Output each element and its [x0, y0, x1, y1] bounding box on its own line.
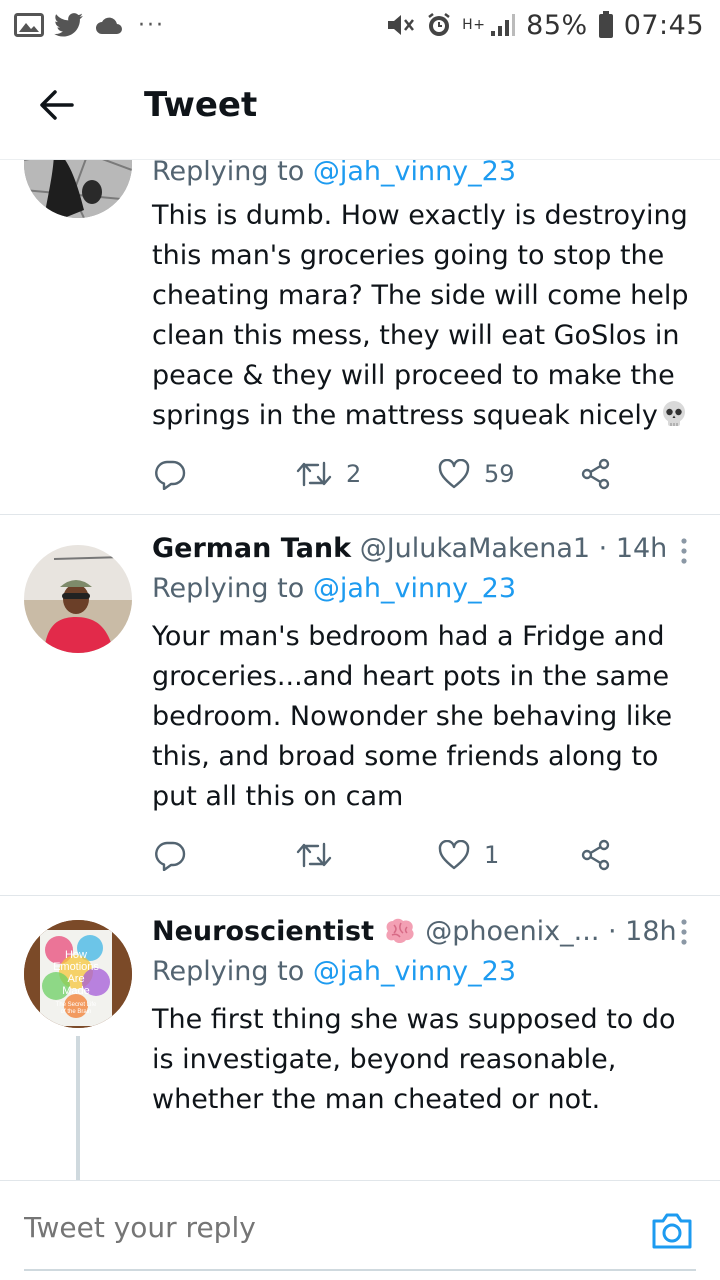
mute-icon [388, 15, 415, 35]
reply-icon [155, 460, 186, 490]
tweet-actions: 2 59 [152, 452, 622, 496]
tweet-text: The first thing she was supposed to do i… [152, 1004, 676, 1115]
page-title: Tweet [144, 84, 258, 125]
replying-to: Replying to @jah_vinny_23 [152, 571, 516, 607]
tweet-reply-2[interactable]: German Tank @JulukaMakena1 · 14h Replyin… [0, 515, 720, 895]
replying-prefix: Replying to [152, 956, 313, 987]
share-icon [581, 458, 610, 490]
top-app-bar: Tweet [0, 50, 720, 160]
replying-handle-link[interactable]: @jah_vinny_23 [313, 160, 516, 187]
tweet-actions: 1 [152, 833, 622, 877]
retweet-button[interactable]: 2 [296, 452, 361, 496]
tweet-header: Neuroscientist @phoenix_... · 18h [152, 914, 677, 950]
retweet-count: 2 [346, 460, 362, 488]
book-title-line3: Are [67, 973, 84, 985]
status-left: ··· [14, 13, 165, 38]
more-options-icon[interactable] [678, 918, 690, 946]
gallery-icon [14, 13, 44, 37]
thread-connector-line [76, 1036, 80, 1180]
replying-prefix: Replying to [152, 160, 313, 187]
status-bar: ··· H+ 85% 07:45 [0, 0, 720, 50]
like-button[interactable]: 59 [438, 452, 515, 496]
avatar[interactable]: How Emotions Are Made The Secret Life of… [24, 920, 132, 1028]
network-type: H+ [462, 17, 486, 33]
avatar[interactable] [24, 160, 132, 218]
tweet-reply-1[interactable]: Replying to @jah_vinny_23 This is dumb. … [0, 160, 720, 514]
book-subtitle-line1: The Secret Life [56, 1002, 97, 1008]
brain-emoji-icon [385, 918, 414, 943]
heart-icon [438, 459, 470, 489]
user-handle[interactable]: @JulukaMakena1 [360, 533, 590, 564]
replying-to: Replying to @jah_vinny_23 [152, 160, 516, 190]
tweet-time: · 14h [598, 533, 668, 564]
heart-icon [438, 840, 470, 870]
avatar[interactable] [24, 545, 132, 653]
book-title-line2: Emotions [53, 961, 99, 973]
replying-handle-link[interactable]: @jah_vinny_23 [313, 956, 516, 987]
tweet-text-body: This is dumb. How exactly is destroying … [152, 200, 689, 431]
alarm-icon [428, 13, 450, 36]
reply-feed[interactable]: Replying to @jah_vinny_23 This is dumb. … [0, 160, 720, 1180]
avatar-image [24, 545, 132, 653]
cloud-icon [96, 17, 122, 34]
reply-icon [155, 841, 186, 871]
reply-button[interactable] [154, 452, 186, 496]
tweet-text: Your man's bedroom had a Fridge and groc… [152, 621, 673, 812]
replying-handle-link[interactable]: @jah_vinny_23 [313, 573, 516, 604]
avatar-image: How Emotions Are Made The Secret Life of… [24, 920, 132, 1028]
share-button[interactable] [580, 452, 612, 496]
back-arrow-icon [40, 89, 74, 120]
retweet-icon [296, 461, 332, 487]
book-subtitle-line2: of the Brain [61, 1009, 92, 1015]
replying-to: Replying to @jah_vinny_23 [152, 954, 516, 990]
battery-percent: 85% [526, 9, 588, 41]
camera-button[interactable] [650, 1211, 694, 1251]
share-button[interactable] [580, 833, 612, 877]
back-button[interactable] [28, 77, 84, 133]
book-title-line4: Made [62, 985, 90, 997]
book-title-line1: How [65, 949, 87, 961]
twitter-bird-icon [54, 13, 83, 37]
like-count: 1 [484, 841, 500, 869]
like-button[interactable]: 1 [438, 833, 499, 877]
camera-icon [652, 1213, 692, 1249]
skull-emoji-icon [662, 401, 685, 426]
replying-prefix: Replying to [152, 573, 313, 604]
display-name[interactable]: Neuroscientist [152, 916, 374, 947]
signal-icon [491, 14, 516, 36]
avatar-image [24, 160, 132, 218]
more-options-icon[interactable] [678, 537, 690, 565]
tweet-reply-3[interactable]: How Emotions Are Made The Secret Life of… [0, 896, 720, 1180]
retweet-icon [296, 842, 332, 868]
tweet-text: This is dumb. How exactly is destroying … [152, 196, 700, 436]
input-underline [24, 1269, 696, 1271]
more-notifications-icon: ··· [138, 12, 165, 38]
user-handle[interactable]: @phoenix_... [425, 916, 599, 947]
display-name[interactable]: German Tank [152, 533, 351, 564]
reply-button[interactable] [154, 833, 186, 877]
status-right: H+ 85% 07:45 [386, 10, 704, 41]
tweet-time: · 18h [608, 916, 677, 947]
tweet-header: German Tank @JulukaMakena1 · 14h [152, 531, 667, 567]
retweet-button[interactable] [296, 833, 346, 877]
clock: 07:45 [623, 9, 704, 41]
reply-input[interactable] [24, 1211, 584, 1244]
reply-composer [0, 1180, 720, 1280]
like-count: 59 [484, 460, 515, 488]
battery-icon [598, 11, 613, 38]
share-icon [581, 839, 610, 871]
